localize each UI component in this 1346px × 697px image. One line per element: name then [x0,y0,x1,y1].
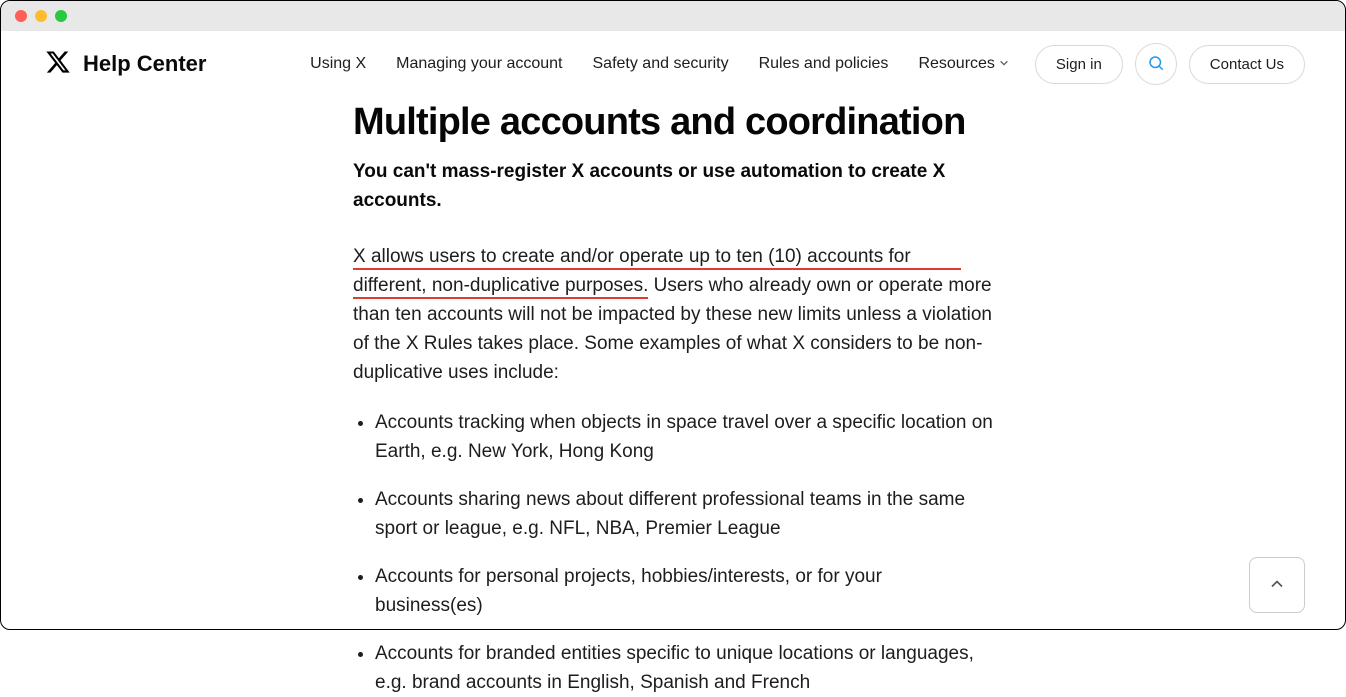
underlined-line-2: different, non-duplicative purposes. [353,275,648,299]
window-close-icon[interactable] [15,10,27,22]
list-item: Accounts for branded entities specific t… [375,640,993,697]
scroll-to-top-button[interactable] [1249,557,1305,613]
main-nav: Using X Managing your account Safety and… [310,55,1009,73]
nav-managing-account[interactable]: Managing your account [396,55,562,73]
article-subtitle: You can't mass-register X accounts or us… [353,158,983,215]
list-item: Accounts for personal projects, hobbies/… [375,563,993,620]
window-maximize-icon[interactable] [55,10,67,22]
nav-rules-policies[interactable]: Rules and policies [759,55,889,73]
search-icon [1147,54,1165,75]
window-minimize-icon[interactable] [35,10,47,22]
site-header: Help Center Using X Managing your accoun… [1,31,1345,97]
nav-safety-security[interactable]: Safety and security [593,55,729,73]
window-titlebar [1,1,1345,31]
brand-title: Help Center [83,51,206,77]
underlined-line-1: X allows users to create and/or operate … [353,246,961,270]
x-logo-icon [45,49,71,80]
sign-in-button[interactable]: Sign in [1035,45,1123,84]
chevron-up-icon [1267,574,1287,597]
examples-list: Accounts tracking when objects in space … [353,409,993,697]
nav-using-x[interactable]: Using X [310,55,366,73]
chevron-down-icon [999,55,1009,73]
contact-us-button[interactable]: Contact Us [1189,45,1305,84]
article-paragraph: X allows users to create and/or operate … [353,243,993,387]
search-button[interactable] [1135,43,1177,85]
page-title: Multiple accounts and coordination [353,101,1001,144]
list-item: Accounts sharing news about different pr… [375,486,993,543]
brand[interactable]: Help Center [45,49,206,80]
header-actions: Sign in Contact Us [1035,43,1305,85]
article-content: Multiple accounts and coordination You c… [1,97,1001,697]
list-item: Accounts tracking when objects in space … [375,409,993,466]
nav-resources-label: Resources [918,55,994,73]
nav-resources[interactable]: Resources [918,55,1008,73]
